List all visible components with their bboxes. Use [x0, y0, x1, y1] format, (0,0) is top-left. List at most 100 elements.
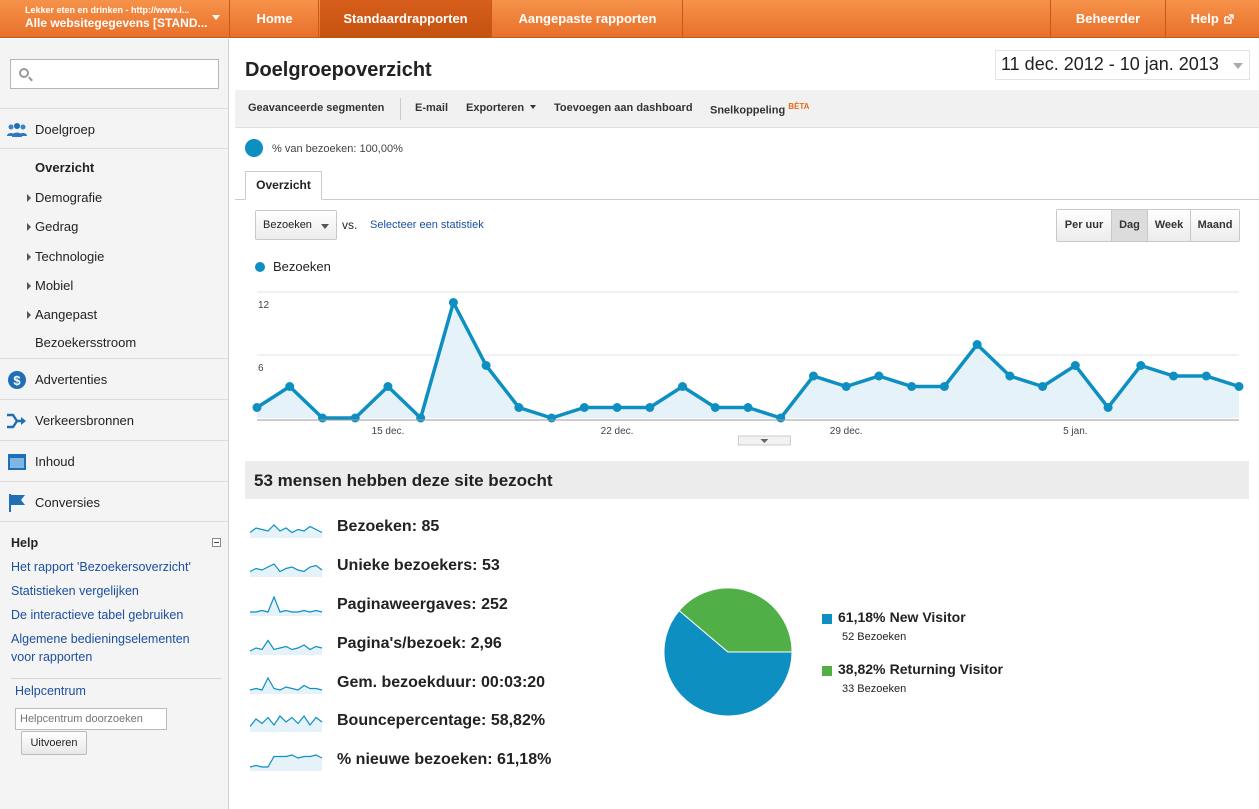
data-point[interactable]: [481, 361, 491, 370]
helpcenter-link[interactable]: Helpcentrum: [15, 682, 86, 700]
data-point[interactable]: [645, 403, 655, 412]
shortcut-button-label: Snelkoppeling: [710, 104, 786, 117]
data-point[interactable]: [874, 371, 884, 381]
summary-metric-text: % nieuwe bezoeken: 61,18%: [337, 751, 551, 769]
sidebar-item-content[interactable]: Inhoud: [0, 440, 229, 481]
data-point[interactable]: [1038, 382, 1048, 391]
nav-help-tab[interactable]: Help: [1166, 0, 1259, 38]
sparkline: [250, 563, 323, 577]
sidebar-item-conversions[interactable]: Conversies: [0, 481, 229, 522]
summary-metric-label: Unieke bezoekers:: [337, 557, 482, 574]
data-point[interactable]: [383, 382, 393, 391]
sidebar-item-traffic-sources-label: Verkeersbronnen: [35, 413, 135, 428]
data-point[interactable]: [448, 298, 458, 307]
pie-legend-new-percent: 61,18%: [838, 609, 886, 625]
nav-help-label: Help: [1190, 11, 1219, 26]
data-point[interactable]: [1136, 361, 1146, 370]
sidebar-item-advertising-label: Advertenties: [35, 372, 108, 387]
help-link-report-controls[interactable]: Algemene bedieningselementen voor rappor…: [11, 630, 211, 666]
people-icon: [7, 123, 27, 137]
sidebar-item-advertising[interactable]: $ Advertenties: [0, 358, 229, 399]
sidebar-subitem-visitors-flow[interactable]: Bezoekersstroom: [35, 335, 136, 350]
legend-swatch: [822, 614, 832, 624]
nav-custom-reports-tab[interactable]: Aangepaste rapporten: [493, 0, 683, 38]
tab-overview[interactable]: Overzicht: [245, 171, 322, 200]
data-point[interactable]: [547, 413, 557, 423]
helpcenter-search-input[interactable]: [15, 708, 167, 730]
data-point[interactable]: [710, 403, 720, 412]
data-point[interactable]: [743, 403, 753, 412]
granularity-month-button[interactable]: Maand: [1191, 210, 1239, 241]
data-point[interactable]: [252, 403, 262, 412]
help-link-compare-stats[interactable]: Statistieken vergelijken: [11, 582, 139, 600]
nav-home-tab[interactable]: Home: [231, 0, 319, 38]
sidebar-subitem-behavior-label: Gedrag: [35, 219, 79, 234]
report-search-input[interactable]: [10, 59, 219, 89]
collapse-icon[interactable]: [212, 538, 221, 547]
add-to-dashboard-button[interactable]: Toevoegen aan dashboard: [554, 102, 693, 114]
data-point[interactable]: [1234, 382, 1244, 391]
data-point[interactable]: [907, 382, 917, 391]
sidebar-item-audience[interactable]: Doelgroep: [0, 108, 229, 149]
data-point[interactable]: [1201, 371, 1211, 381]
pie-legend-returning-title: 38,82% Returning Visitor: [838, 661, 1003, 678]
sidebar-subitem-custom[interactable]: Aangepast: [27, 307, 97, 322]
chevron-down-icon: [530, 105, 537, 109]
nav-standard-reports-tab[interactable]: Standaardrapporten: [320, 0, 492, 38]
sparkline: [250, 754, 323, 771]
metric-selector[interactable]: Bezoeken: [255, 210, 337, 240]
shortcut-button[interactable]: Snelkoppeling BÈTA: [710, 102, 809, 117]
data-point[interactable]: [612, 403, 622, 412]
sidebar-subitem-mobile[interactable]: Mobiel: [27, 278, 73, 293]
data-point[interactable]: [1070, 361, 1080, 370]
sidebar-item-traffic-sources[interactable]: Verkeersbronnen: [0, 399, 229, 440]
email-button[interactable]: E-mail: [415, 102, 448, 114]
data-point[interactable]: [317, 413, 327, 423]
summary-metric-text: Bouncepercentage: 58,82%: [337, 712, 545, 730]
triangle-right-icon: [27, 194, 31, 202]
data-point[interactable]: [939, 382, 949, 391]
granularity-day-button[interactable]: Dag: [1112, 210, 1148, 241]
x-tick-label: 29 dec.: [830, 426, 863, 437]
summary-metric-label: Bezoeken:: [337, 518, 422, 535]
data-point[interactable]: [972, 340, 982, 349]
data-point[interactable]: [1169, 371, 1179, 381]
summary-metric-value: 61,18%: [497, 751, 552, 768]
sidebar-subitem-technology[interactable]: Technologie: [27, 249, 104, 264]
triangle-right-icon: [27, 223, 31, 231]
data-point[interactable]: [841, 382, 851, 391]
help-link-interactive-table[interactable]: De interactieve tabel gebruiken: [11, 606, 183, 624]
data-point[interactable]: [678, 382, 688, 391]
segment-label: % van bezoeken: 100,00%: [272, 143, 403, 155]
data-point[interactable]: [808, 371, 818, 381]
sidebar-subitem-behavior[interactable]: Gedrag: [27, 219, 79, 234]
date-range-picker[interactable]: 11 dec. 2012 - 10 jan. 2013: [995, 50, 1250, 80]
select-statistic-link[interactable]: Selecteer een statistiek: [370, 219, 484, 231]
data-point[interactable]: [1005, 371, 1015, 381]
data-point[interactable]: [776, 413, 786, 423]
data-point[interactable]: [1103, 403, 1113, 412]
nav-admin-tab[interactable]: Beheerder: [1050, 0, 1166, 38]
export-button[interactable]: Exporteren: [466, 102, 537, 114]
sidebar-item-audience-label: Doelgroep: [35, 122, 95, 137]
summary-metric-label: Pagina's/bezoek:: [337, 635, 471, 652]
sidebar-subitem-demographics[interactable]: Demografie: [27, 190, 102, 205]
y-tick-label: 6: [258, 363, 264, 374]
data-point[interactable]: [285, 382, 295, 391]
data-point[interactable]: [579, 403, 589, 412]
svg-text:$: $: [13, 373, 21, 388]
summary-headline: 53 mensen hebben deze site bezocht: [245, 461, 1249, 499]
execute-button[interactable]: Uitvoeren: [21, 731, 87, 755]
advanced-segments-button[interactable]: Geavanceerde segmenten: [248, 102, 384, 114]
summary-metric-label: Gem. bezoekduur:: [337, 674, 482, 691]
help-link-visitors-overview[interactable]: Het rapport 'Bezoekersoverzicht': [11, 558, 191, 576]
granularity-hour-button[interactable]: Per uur: [1057, 210, 1112, 241]
account-selector[interactable]: Lekker eten en drinken - http://www.l...…: [0, 0, 230, 38]
granularity-week-button[interactable]: Week: [1148, 210, 1191, 241]
sparkline: [250, 595, 323, 616]
data-point[interactable]: [350, 413, 360, 423]
data-point[interactable]: [416, 413, 426, 423]
data-point[interactable]: [514, 403, 524, 412]
sidebar-subitem-overview[interactable]: Overzicht: [35, 160, 94, 175]
pie-legend-new-title: 61,18% New Visitor: [838, 609, 966, 626]
